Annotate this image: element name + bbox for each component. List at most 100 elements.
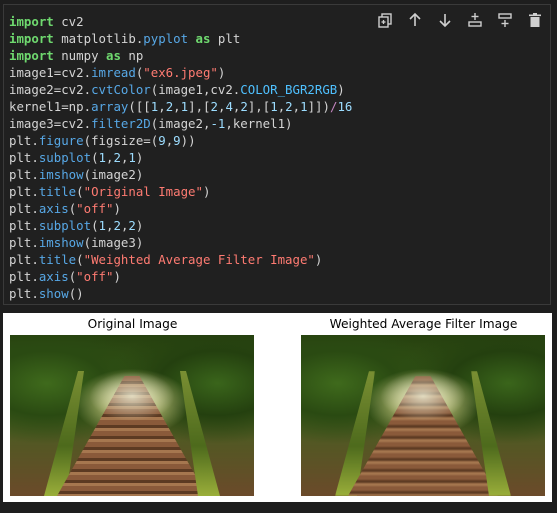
code-token: 1 [180,99,189,114]
insert-above-button[interactable] [466,11,484,29]
code-token: cvtColor [91,82,151,97]
original-image-panel: Original Image [10,313,255,496]
code-token: pyplot [143,31,189,46]
code-line[interactable]: import numpy as np [9,47,352,64]
code-token: plt. [9,150,39,165]
filtered-image [301,335,545,496]
code-token: cv2 [53,14,84,29]
code-token: 2 [240,99,248,114]
code-line[interactable]: plt.axis("off") [9,200,352,217]
move-down-button[interactable] [436,11,454,29]
code-token: ) [135,218,144,233]
code-token: image1=cv2. [9,65,92,80]
code-token: ) [113,269,121,284]
code-token: axis [38,269,69,284]
code-token: 1 [128,150,136,165]
code-line[interactable]: import cv2 [9,13,352,30]
code-token: 1 [98,218,106,233]
code-token: axis [38,201,69,216]
code-token: COLOR_BGR2RGB [240,82,338,97]
code-token: ( [76,184,84,199]
duplicate-icon [378,13,392,28]
move-up-button[interactable] [406,11,424,29]
code-token: ( [91,218,99,233]
code-token: (image1,cv2. [150,82,241,97]
cell-output: Original Image Weighted Average Filter I… [3,313,552,502]
code-token: plt. [9,252,39,267]
code-cell[interactable]: import cv2 import matplotlib.pyplot as pl… [3,4,551,305]
code-token: as [105,48,121,63]
code-token: plt. [9,235,39,250]
code-line[interactable]: image3=cv2.filter2D(image2,-1,kernel1) [9,115,352,132]
original-image [10,335,254,496]
code-token: imshow [38,167,84,182]
code-line[interactable]: plt.imshow(image2) [9,166,352,183]
code-token: )) [180,133,196,148]
code-line[interactable]: plt.imshow(image3) [9,234,352,251]
code-token: numpy [53,48,106,63]
delete-icon [529,13,541,27]
code-line[interactable]: import matplotlib.pyplot as plt [9,30,352,47]
code-line[interactable]: plt.subplot(1,2,1) [9,149,352,166]
code-token: import [9,31,54,46]
code-token: filter2D [91,116,151,131]
code-token: title [38,252,77,267]
code-token: plt. [9,167,39,182]
code-token: , [292,99,301,114]
code-token: "ex6.jpeg" [143,65,218,80]
code-line[interactable]: plt.axis("off") [9,268,352,285]
code-token: -1 [210,116,226,131]
delete-cell-button[interactable] [526,11,544,29]
filtered-image-panel: Weighted Average Filter Image [301,313,546,496]
code-token: "off" [76,201,114,216]
code-line[interactable]: plt.title("Original Image") [9,183,352,200]
code-line[interactable]: kernel1=np.array([[1,2,1],[2,4,2],[1,2,1… [9,98,352,115]
code-token: (figsize=( [83,133,159,148]
code-token: 1 [98,150,106,165]
code-token: (image3) [83,235,144,250]
code-token: as [195,31,211,46]
code-token: ,kernel1) [225,116,293,131]
code-line[interactable]: plt.show() [9,285,352,302]
code-line[interactable]: plt.figure(figsize=(9,9)) [9,132,352,149]
code-token: "off" [76,269,114,284]
code-token: kernel1=np. [9,99,92,114]
code-token: subplot [38,150,92,165]
code-token: ) [135,150,144,165]
code-line[interactable]: plt.subplot(1,2,2) [9,217,352,234]
code-token: plt. [9,286,39,301]
code-token: imshow [38,235,84,250]
code-token: imread [91,65,136,80]
code-token: figure [38,133,84,148]
duplicate-cell-button[interactable] [376,11,394,29]
code-token: "Original Image" [83,184,203,199]
code-token: ) [113,201,121,216]
filtered-image-title: Weighted Average Filter Image [329,317,518,331]
insert-below-button[interactable] [496,11,514,29]
move-up-icon [409,12,421,26]
code-token: 4 [225,99,233,114]
code-editor[interactable]: import cv2 import matplotlib.pyplot as pl… [9,13,352,302]
code-token: 9 [173,133,181,148]
code-line[interactable]: image2=cv2.cvtColor(image1,cv2.COLOR_BGR… [9,81,352,98]
code-token: 2 [128,218,136,233]
code-token: ( [76,252,84,267]
code-token: ) [314,252,323,267]
code-token: ) [337,82,345,97]
code-token: import [9,48,54,63]
code-line[interactable]: plt.title("Weighted Average Filter Image… [9,251,352,268]
code-token: image3=cv2. [9,116,92,131]
code-token: 2 [210,99,218,114]
code-token: matplotlib. [53,31,144,46]
code-token: 2 [285,99,293,114]
code-token: ) [202,184,211,199]
code-token: 2 [113,218,121,233]
code-token: plt. [9,269,39,284]
code-token: ) [217,65,226,80]
code-token: ]]) [307,99,330,114]
insert-above-icon [468,13,482,27]
code-token: plt. [9,218,39,233]
code-line[interactable]: image1=cv2.imread("ex6.jpeg") [9,64,352,81]
code-token: show [38,286,69,301]
